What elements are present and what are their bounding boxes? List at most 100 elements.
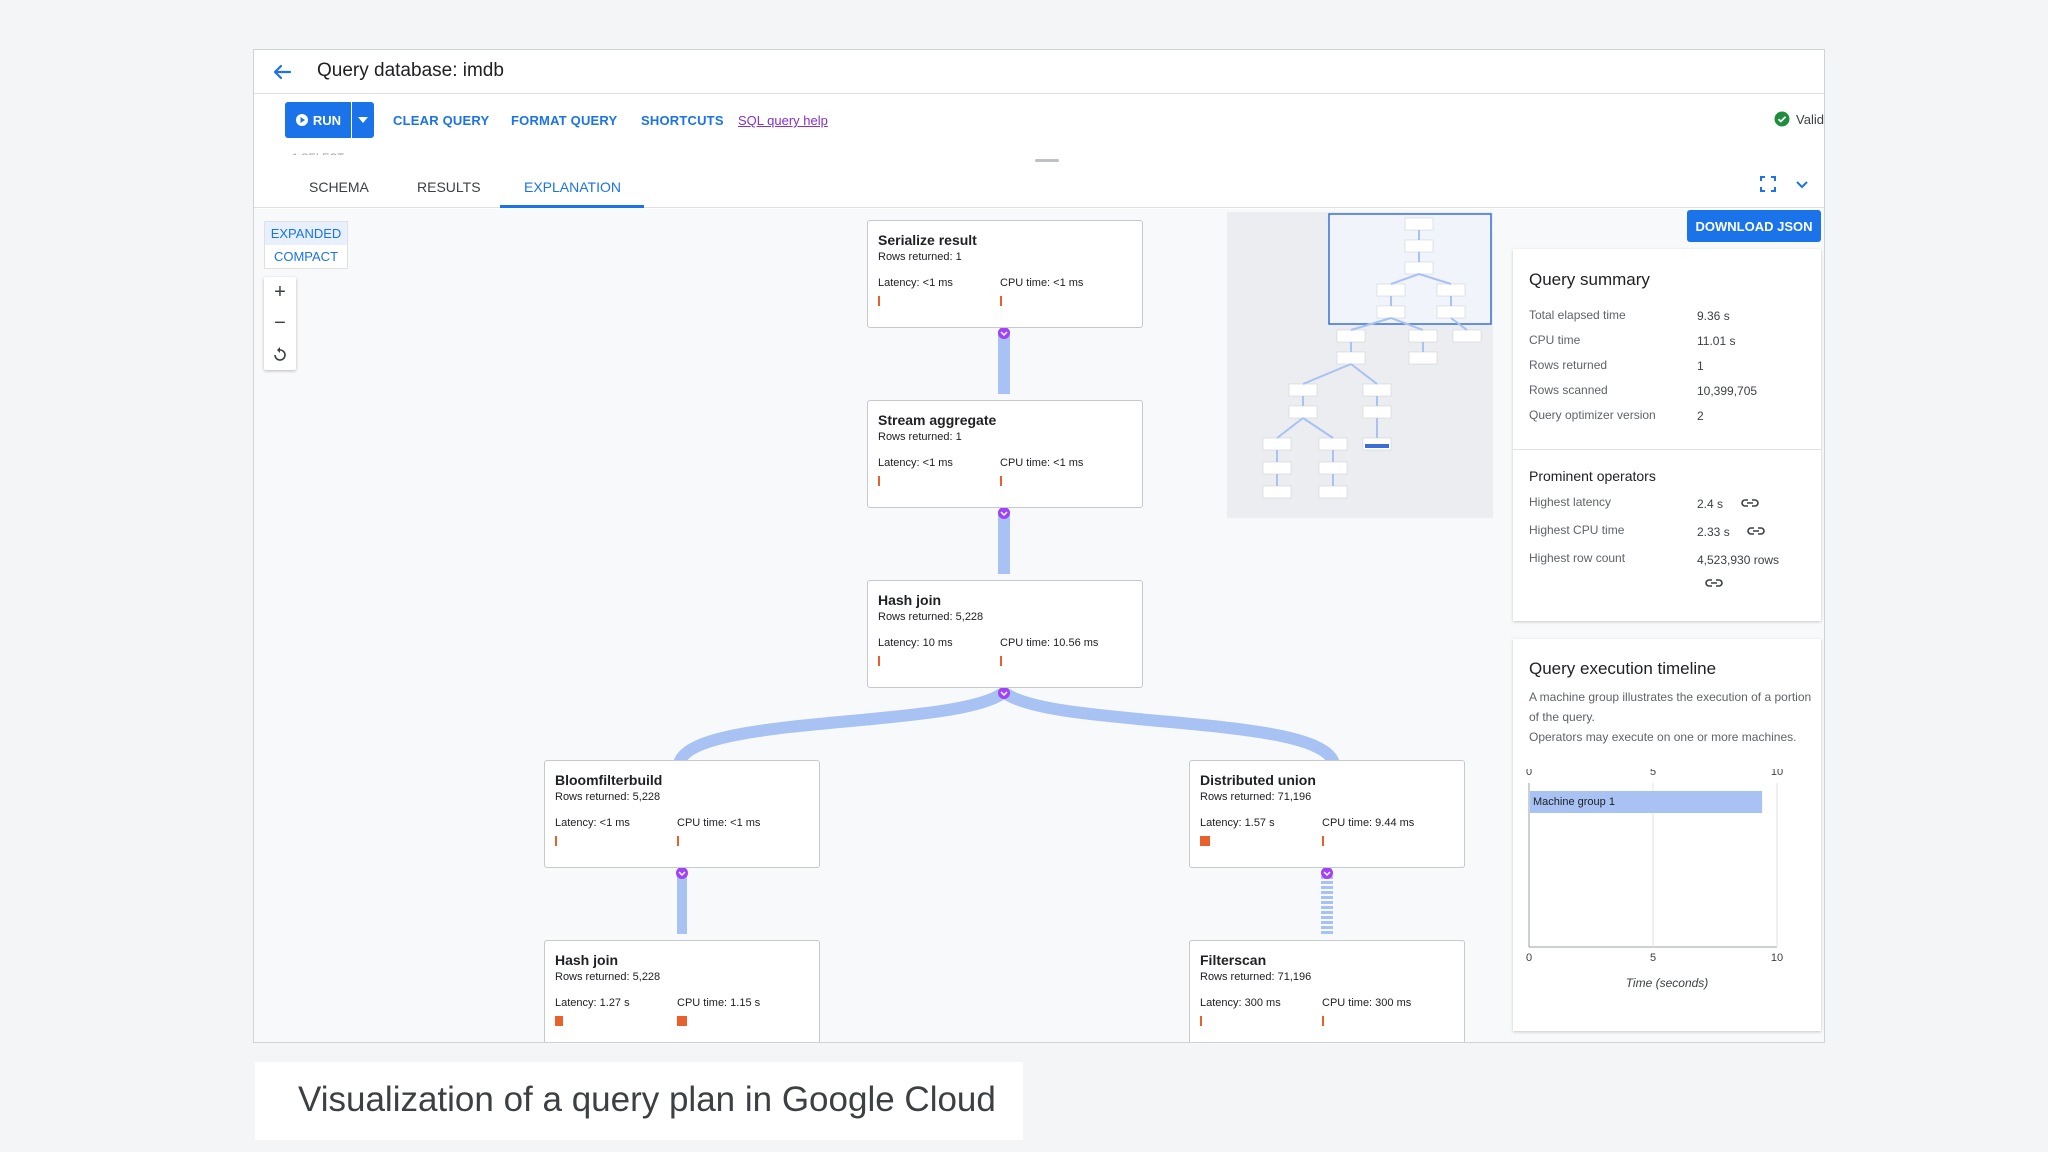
node-title: Distributed union [1200,772,1316,788]
latency-bar [1200,836,1210,846]
expanded-mode-button[interactable]: EXPANDED [265,222,347,245]
plan-minimap[interactable] [1227,212,1493,518]
latency-bar [555,836,557,846]
divider [1513,449,1821,450]
run-options-dropdown[interactable] [352,102,374,138]
node-cpu: CPU time: 1.15 s [677,997,761,1009]
latency-bar [878,296,880,306]
prominent-key: Highest row count [1529,551,1626,565]
plan-node-bloomfilterbuild[interactable]: Bloomfilterbuild Rows returned: 5,228 La… [544,760,820,868]
timeline-tick-bottom: 10 [1771,952,1783,964]
header-bar: Query database: imdb [254,50,1824,94]
zoom-controls: + − [264,277,296,370]
chevron-down-icon[interactable] [1794,176,1810,192]
summary-key: CPU time [1529,333,1581,347]
caption-box: Visualization of a query plan in Google … [255,1062,1023,1140]
node-cpu: CPU time: <1 ms [1000,277,1084,289]
summary-title: Query summary [1529,270,1650,289]
prominent-title: Prominent operators [1529,468,1656,484]
node-rows: Rows returned: 5,228 [555,971,661,983]
latency-bar [555,1016,563,1026]
node-title: Hash join [555,952,619,968]
node-rows: Rows returned: 5,228 [555,791,661,803]
format-query-button[interactable]: FORMAT QUERY [511,113,617,128]
timeline-desc-1: A machine group illustrates the executio… [1529,690,1812,724]
download-json-button[interactable]: DOWNLOAD JSON [1687,210,1821,242]
plan-node-distributed-union[interactable]: Distributed union Rows returned: 71,196 … [1189,760,1465,868]
timeline-tick-bottom: 5 [1650,952,1656,964]
plan-node-hash-join[interactable]: Hash join Rows returned: 5,228 Latency: … [867,580,1143,688]
clear-query-button[interactable]: CLEAR QUERY [393,113,489,128]
tab-explanation[interactable]: EXPLANATION [524,179,621,195]
view-mode-toggle: EXPANDED COMPACT [264,221,348,269]
run-label: RUN [312,112,342,128]
timeline-title: Query execution timeline [1529,659,1717,678]
active-tab-indicator [500,205,644,208]
summary-key: Query optimizer version [1529,408,1656,422]
plan-node-serialize-result[interactable]: Serialize result Rows returned: 1 Latenc… [867,220,1143,328]
summary-value: 9.36 s [1697,309,1730,323]
node-rows: Rows returned: 71,196 [1200,971,1312,983]
execution-timeline-card: Query execution timeline A machine group… [1513,639,1821,1031]
summary-value: 1 [1697,359,1704,373]
edge [673,687,1007,767]
timeline-bar-label: Machine group 1 [1533,796,1615,808]
shortcuts-button[interactable]: SHORTCUTS [641,113,724,128]
node-title: Serialize result [878,232,977,248]
node-cpu: CPU time: 9.44 ms [1322,817,1415,829]
summary-value: 11.01 s [1697,334,1736,348]
node-title: Hash join [878,592,942,608]
timeline-desc-2: Operators may execute on one or more mac… [1529,730,1797,744]
reset-zoom-icon[interactable] [264,339,296,370]
cpu-bar [1000,296,1002,306]
timeline-chart: 0 0 5 5 10 10 Machine group 1 [1526,769,1783,964]
tab-schema[interactable]: SCHEMA [309,179,369,195]
latency-bar [878,476,880,486]
timeline-tick-top: 5 [1650,769,1656,778]
link-icon[interactable] [1741,497,1759,509]
cpu-bar [1000,656,1002,666]
edge [1001,687,1340,767]
slide-caption: Visualization of a query plan in Google … [298,1080,996,1119]
node-latency: Latency: <1 ms [878,277,953,289]
node-latency: Latency: 300 ms [1200,997,1281,1009]
plan-node-stream-aggregate[interactable]: Stream aggregate Rows returned: 1 Latenc… [867,400,1143,508]
summary-key: Total elapsed time [1529,308,1626,322]
query-explain-window: Query database: imdb RUN CLEAR QUERY FOR… [253,49,1825,1043]
timeline-tick-bottom: 0 [1526,952,1532,964]
cpu-bar [1322,836,1324,846]
cpu-bar [1322,1016,1324,1026]
caret-down-icon [358,117,368,123]
fullscreen-icon[interactable] [1760,176,1776,192]
play-icon [295,114,308,126]
back-arrow-icon[interactable] [268,58,296,86]
node-title: Filterscan [1200,952,1267,968]
tab-actions [1760,176,1810,192]
timeline-tick-top: 10 [1771,769,1783,778]
prominent-key: Highest CPU time [1529,523,1625,537]
edge [677,871,687,934]
node-cpu: CPU time: <1 ms [1000,457,1084,469]
tab-results[interactable]: RESULTS [417,179,481,195]
plan-node-filterscan[interactable]: Filterscan Rows returned: 71,196 Latency… [1189,940,1465,1042]
plan-canvas[interactable]: EXPANDED COMPACT + − Serialize result Ro… [254,209,1824,1042]
compact-mode-button[interactable]: COMPACT [265,245,347,268]
summary-value: 2 [1697,409,1704,423]
query-summary-card: Query summary Total elapsed time 9.36 s … [1513,249,1821,621]
plan-node-hash-join-2[interactable]: Hash join Rows returned: 5,228 Latency: … [544,940,820,1042]
edge [998,331,1010,394]
timeline-tick-top: 0 [1526,769,1532,778]
check-circle-icon [1774,111,1790,127]
node-title: Stream aggregate [878,412,997,428]
node-latency: Latency: 10 ms [878,637,953,649]
timeline-description: A machine group illustrates the executio… [1529,687,1813,747]
link-icon[interactable] [1705,577,1723,589]
latency-bar [1200,1016,1202,1026]
zoom-in-icon[interactable]: + [264,277,296,308]
zoom-out-icon[interactable]: − [264,308,296,339]
link-icon[interactable] [1747,525,1765,537]
run-button[interactable]: RUN [285,102,351,138]
node-latency: Latency: 1.57 s [1200,817,1275,829]
query-toolbar: RUN CLEAR QUERY FORMAT QUERY SHORTCUTS S… [254,95,1824,145]
sql-help-link[interactable]: SQL query help [738,113,828,128]
